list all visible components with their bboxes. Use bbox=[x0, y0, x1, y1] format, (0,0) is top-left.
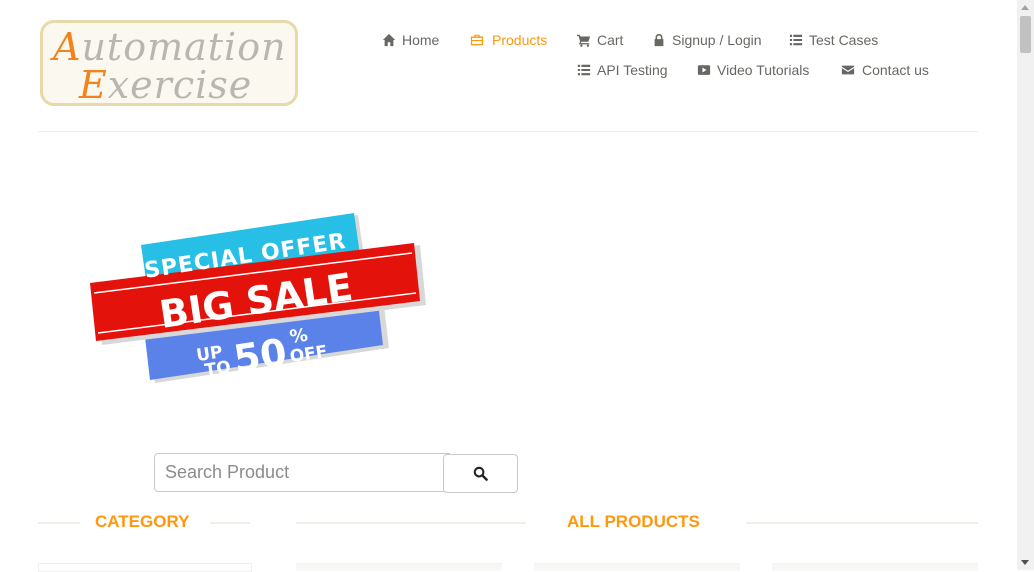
nav-products-label: Products bbox=[492, 32, 548, 48]
products-rule-left bbox=[296, 522, 526, 524]
nav-cart-label: Cart bbox=[597, 32, 624, 48]
banner-off: OFF bbox=[288, 342, 328, 367]
list-icon bbox=[789, 34, 803, 46]
list-icon bbox=[577, 64, 591, 76]
scroll-down-icon[interactable] bbox=[1021, 560, 1029, 565]
nav-cart[interactable]: Cart bbox=[577, 32, 623, 48]
banner-to: TO bbox=[203, 357, 232, 381]
site-logo[interactable]: Automation Exercise bbox=[40, 20, 298, 107]
banner-fifty: 50 bbox=[231, 330, 290, 381]
all-products-title: ALL PRODUCTS bbox=[567, 512, 700, 531]
youtube-play-icon bbox=[697, 65, 711, 75]
nav-test-cases[interactable]: Test Cases bbox=[789, 32, 878, 48]
category-rule-right bbox=[210, 522, 250, 524]
search-button[interactable] bbox=[443, 454, 518, 493]
logo-line-2: Exercise bbox=[79, 63, 253, 107]
nav-contact-us-label: Contact us bbox=[862, 62, 929, 78]
nav-signup-login-label: Signup / Login bbox=[672, 32, 762, 48]
nav-video-tutorials[interactable]: Video Tutorials bbox=[697, 62, 809, 78]
page-scrollbar[interactable] bbox=[1017, 0, 1034, 570]
search-icon bbox=[473, 466, 488, 481]
category-title: CATEGORY bbox=[95, 512, 190, 531]
special-offer-banner: SPECIAL OFFER BIG SALE UP TO 50 % OFF bbox=[90, 213, 426, 383]
envelope-icon bbox=[841, 65, 855, 75]
scroll-thumb[interactable] bbox=[1020, 16, 1031, 53]
products-icon bbox=[470, 34, 484, 46]
nav-contact-us[interactable]: Contact us bbox=[841, 62, 929, 78]
home-icon bbox=[382, 33, 396, 47]
nav-products[interactable]: Products bbox=[470, 32, 547, 48]
products-rule-right bbox=[746, 522, 978, 524]
nav-video-tutorials-label: Video Tutorials bbox=[717, 62, 810, 78]
category-rule-left bbox=[38, 522, 80, 524]
nav-signup-login[interactable]: Signup / Login bbox=[652, 32, 762, 48]
header-divider bbox=[38, 131, 978, 132]
nav-test-cases-label: Test Cases bbox=[809, 32, 879, 48]
cart-icon bbox=[577, 34, 591, 47]
lock-icon bbox=[654, 33, 664, 47]
nav-api-testing-label: API Testing bbox=[597, 62, 668, 78]
nav-api-testing[interactable]: API Testing bbox=[577, 62, 668, 78]
nav-home-label: Home bbox=[402, 32, 440, 48]
nav-home[interactable]: Home bbox=[382, 32, 439, 48]
category-panel bbox=[38, 563, 252, 572]
scroll-up-icon[interactable] bbox=[1021, 5, 1029, 10]
search-product-input[interactable] bbox=[154, 453, 450, 492]
